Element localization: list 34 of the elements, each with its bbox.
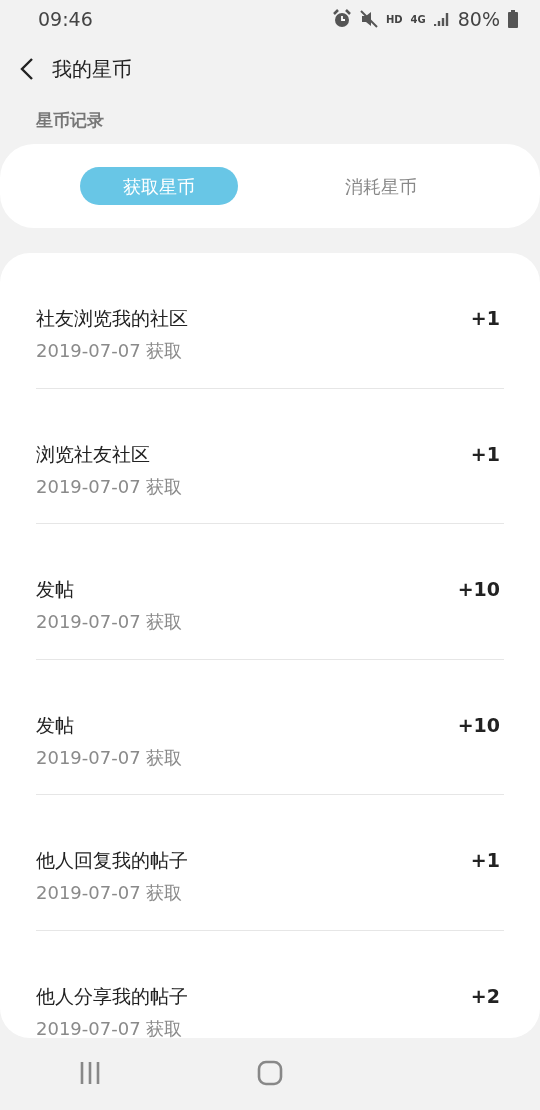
- signal-icon: [433, 11, 450, 27]
- record-amount: +1: [470, 848, 500, 873]
- record-date: 2019-07-07 获取: [36, 1016, 184, 1038]
- record-date: 2019-07-07 获取: [36, 745, 183, 770]
- home-button[interactable]: [257, 1060, 283, 1086]
- battery-icon: [508, 10, 518, 28]
- tab[interactable]: 获取星币: [80, 167, 238, 205]
- status-time: 09:46: [38, 6, 93, 32]
- record-date: 2019-07-07 获取: [36, 881, 184, 905]
- home-icon: [257, 1060, 283, 1086]
- record-date: 2019-07-07 获取: [36, 610, 183, 634]
- page-title: 我的星币: [52, 56, 132, 83]
- record-date: 2019-07-07 获取: [36, 474, 183, 499]
- record-amount: +10: [457, 712, 500, 738]
- network-label: HD: [385, 12, 403, 27]
- mute-icon: [359, 10, 378, 28]
- record-amount: +1: [470, 441, 500, 467]
- record-amount: +1: [470, 306, 500, 331]
- section-label: 星币记录: [35, 109, 105, 132]
- record-title: 发帖: [36, 577, 75, 602]
- record-title: 浏览社友社区: [36, 441, 151, 467]
- record-date: 2019-07-07 获取: [36, 339, 184, 363]
- record-title: 社友浏览我的社区: [36, 306, 188, 331]
- record-title: 他人回复我的帖子: [36, 848, 188, 873]
- record-amount: +2: [470, 983, 500, 1009]
- record-title: 发帖: [36, 712, 75, 738]
- back-icon: [20, 57, 34, 82]
- battery-level: 80%: [457, 6, 500, 32]
- record-title: 他人分享我的帖子: [36, 983, 188, 1009]
- tab[interactable]: 消耗星币: [302, 167, 460, 205]
- network-label: 4G: [410, 12, 426, 27]
- record-amount: +10: [457, 577, 500, 602]
- back-button[interactable]: [20, 56, 34, 82]
- alarm-icon: [331, 9, 352, 29]
